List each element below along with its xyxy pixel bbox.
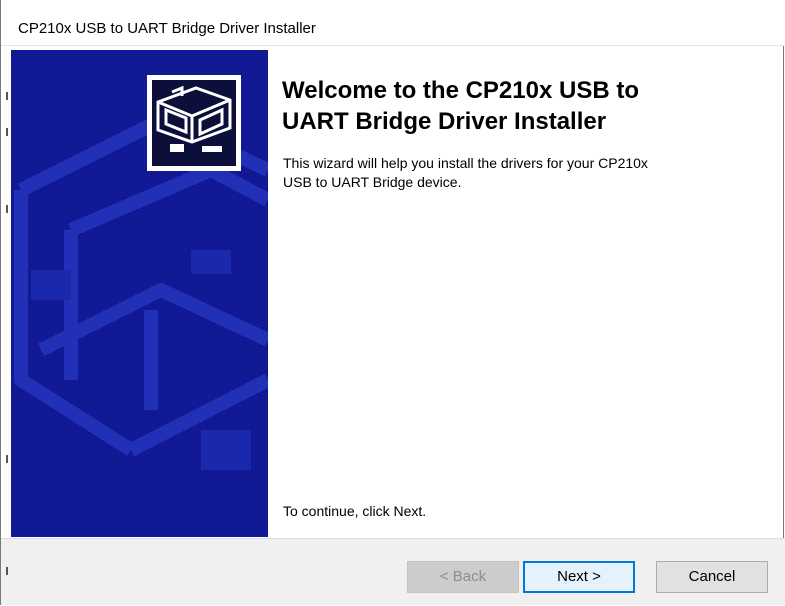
description-line2: USB to UART Bridge device. [283,174,462,190]
cancel-button[interactable]: Cancel [656,561,768,593]
next-button[interactable]: Next > [523,561,635,593]
window-edge-mark [6,92,8,100]
description-line1: This wizard will help you install the dr… [283,155,648,171]
window-edge-mark [6,455,8,463]
window-edge-mark [6,205,8,213]
installer-logo [147,75,241,171]
welcome-heading-line1: Welcome to the CP210x USB to [282,77,639,104]
back-button[interactable]: < Back [407,561,519,593]
window-title: CP210x USB to UART Bridge Driver Install… [18,20,316,37]
welcome-heading: Welcome to the CP210x USB to UART Bridge… [282,75,762,137]
continue-instruction: To continue, click Next. [283,503,427,519]
installer-window: CP210x USB to UART Bridge Driver Install… [0,0,785,605]
installer-drive-icon [152,80,236,166]
window-edge-mark [6,567,8,575]
window-edge-mark [6,128,8,136]
wizard-description: This wizard will help you install the dr… [283,154,723,192]
title-bar[interactable]: CP210x USB to UART Bridge Driver Install… [1,0,785,46]
welcome-heading-line2: UART Bridge Driver Installer [282,108,607,135]
